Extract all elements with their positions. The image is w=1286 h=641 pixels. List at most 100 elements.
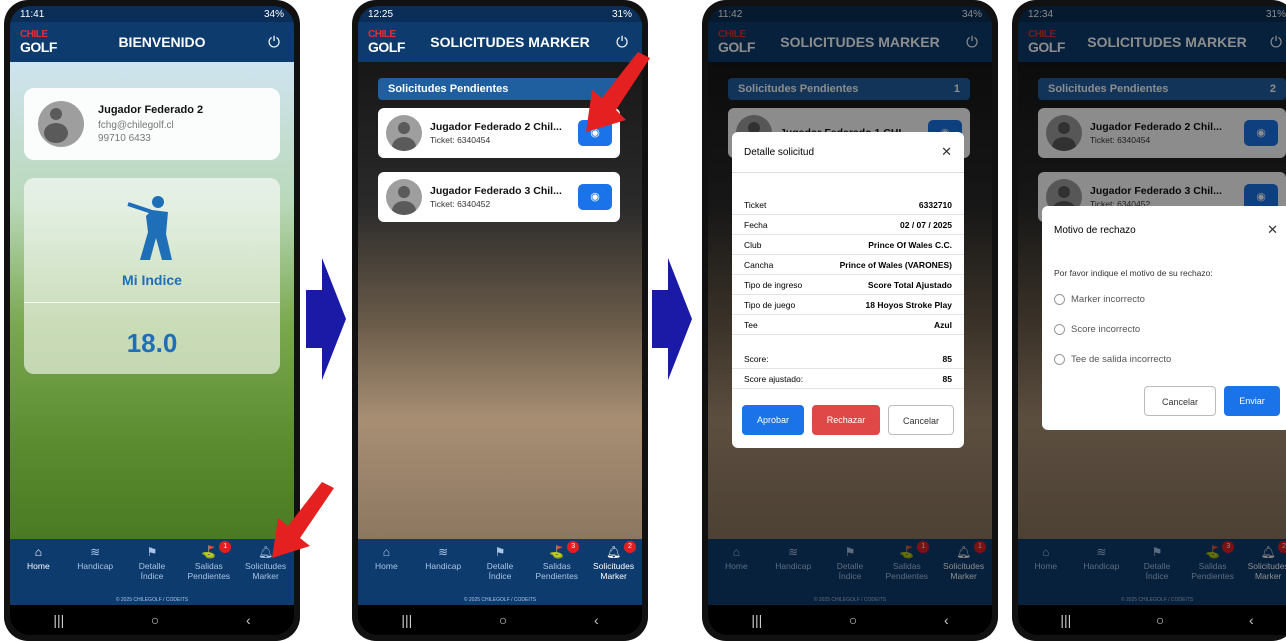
power-icon[interactable]: ⏻ (608, 34, 636, 51)
rechazar-button[interactable]: Rechazar (812, 405, 880, 435)
avatar (38, 101, 84, 147)
back-icon[interactable]: ‹ (594, 612, 599, 628)
blue-arrow-annotation (652, 258, 692, 380)
nav-label: Solicitudes (593, 561, 635, 571)
status-bar: 11:41 34% (10, 6, 294, 22)
recents-icon[interactable]: ||| (53, 612, 64, 628)
nav-salidas-pendientes[interactable]: ⛳ 3 Salidas Pendientes (528, 539, 585, 595)
detalle-key: Tipo de juego (744, 299, 796, 310)
home-button-icon[interactable]: ○ (499, 612, 507, 628)
flag-icon: ⚑ (146, 545, 158, 559)
close-icon[interactable]: ✕ (1267, 222, 1278, 238)
nav-label: Home (375, 561, 398, 571)
back-icon[interactable]: ‹ (246, 612, 251, 628)
cancelar-button[interactable]: Cancelar (888, 405, 954, 435)
home-button-icon[interactable]: ○ (1156, 612, 1164, 628)
profile-name: Jugador Federado 2 (98, 104, 204, 116)
reason-option[interactable]: Marker incorrecto (1042, 284, 1286, 314)
golfer-icon (122, 194, 182, 262)
request-card: Jugador Federado 3 Chil... Ticket: 634045… (378, 172, 620, 222)
screen: 11:41 34% CHILE GOLF BIENVENIDO ⏻ Jugador … (10, 6, 294, 635)
page-title: SOLICITUDES MARKER (430, 34, 590, 50)
nav-label: Pendientes (535, 571, 579, 581)
profile-email: fchg@chilegolf.cl (98, 120, 174, 131)
detalle-key: Tipo de ingreso (744, 279, 803, 290)
logo-line2: GOLF (20, 39, 57, 55)
logo-line2: GOLF (368, 39, 405, 55)
bottom-nav: ⌂ Home ≋ Handicap ⚑ Detalle Índice ⛳ 1 Salidas… (10, 539, 294, 595)
detalle-modal: Detalle solicitud ✕ Ticket 6332710 Fecha 02 … (732, 132, 964, 448)
rechazo-options: Marker incorrecto Score incorrecto Tee de … (1042, 284, 1286, 374)
cancelar-button[interactable]: Cancelar (1144, 386, 1216, 416)
nav-home[interactable]: ⌂ Home (358, 539, 415, 595)
reason-option[interactable]: Tee de salida incorrecto (1042, 344, 1286, 374)
close-icon[interactable]: ✕ (941, 144, 952, 160)
home-button-icon[interactable]: ○ (151, 612, 159, 628)
radio-icon[interactable] (1054, 353, 1065, 365)
screen: 12:34 31% CHILE GOLF SOLICITUDES MARKER ⏻ … (1018, 6, 1286, 635)
detalle-key: Ticket (744, 199, 767, 210)
indice-label: Mi Indice (122, 272, 182, 288)
power-icon[interactable]: ⏻ (260, 34, 288, 51)
profile-phone: 99710 6433 (98, 133, 151, 144)
recents-icon[interactable]: ||| (1060, 612, 1071, 628)
nav-label: Detalle (486, 561, 514, 571)
recents-icon[interactable]: ||| (751, 612, 762, 628)
chilegolf-logo: CHILE GOLF (368, 30, 412, 55)
nav-handicap[interactable]: ≋ Handicap (415, 539, 472, 595)
nav-handicap[interactable]: ≋ Handicap (67, 539, 124, 595)
red-arrow-annotation (272, 482, 334, 558)
detalle-key: Tee (744, 319, 758, 330)
view-button[interactable]: ◉ (578, 184, 612, 210)
detalle-value: Prince of Wales (VARONES) (839, 259, 952, 270)
nav-label: Pendientes (187, 571, 231, 581)
indice-card[interactable]: Mi Indice 18.0 (24, 178, 280, 374)
recents-icon[interactable]: ||| (401, 612, 412, 628)
detalle-key: Fecha (744, 219, 768, 230)
back-icon[interactable]: ‹ (1249, 612, 1254, 628)
detalle-value: 18 Hoyos Stroke Play (865, 299, 952, 310)
modal-header: Motivo de rechazo ✕ (1042, 206, 1286, 254)
home-icon: ⌂ (382, 545, 391, 559)
request-ticket: Ticket: 6340454 (430, 135, 491, 145)
radio-icon[interactable] (1054, 323, 1065, 335)
screen: 11:42 34% CHILE GOLF SOLICITUDES MARKER ⏻ … (708, 6, 992, 635)
detalle-value: Prince Of Wales C.C. (868, 239, 952, 250)
nav-salidas-pendientes[interactable]: ⛳ 1 Salidas Pendientes (180, 539, 237, 595)
battery-level: 31% (611, 8, 632, 20)
detalle-key: Club (744, 239, 762, 250)
enviar-button[interactable]: Enviar (1224, 386, 1280, 416)
status-time: 11:41 (20, 8, 45, 20)
aprobar-button[interactable]: Aprobar (742, 405, 804, 435)
nav-solicitudes-marker[interactable]: 🔔︎ 2 Solicitudes Marker (585, 539, 642, 595)
app-bar: CHILE GOLF BIENVENIDO ⏻ (10, 22, 294, 62)
detalle-rows: Ticket 6332710 Fecha 02 / 07 / 2025 Club Prin… (732, 195, 964, 335)
radio-icon[interactable] (1054, 293, 1065, 305)
home-icon: ⌂ (34, 545, 43, 559)
nav-label: Handicap (77, 561, 114, 571)
nav-label: Salidas (194, 561, 223, 571)
nav-detalle-indice[interactable]: ⚑ Detalle Índice (472, 539, 529, 595)
detalle-key: Cancha (744, 259, 774, 270)
page-title: BIENVENIDO (118, 34, 206, 50)
modal-actions: Cancelar Enviar (1042, 374, 1286, 416)
home-button-icon[interactable]: ○ (849, 612, 857, 628)
modal-actions: Aprobar Rechazar Cancelar (732, 405, 964, 435)
nav-home[interactable]: ⌂ Home (10, 539, 67, 595)
score-value: 85 (942, 353, 952, 364)
request-name: Jugador Federado 3 Chil... (430, 185, 562, 197)
reason-label: Tee de salida incorrecto (1071, 353, 1172, 365)
detalle-value: 6332710 (918, 199, 952, 210)
reason-option[interactable]: Score incorrecto (1042, 314, 1286, 344)
section-title: Solicitudes Pendientes (388, 83, 509, 95)
score-row: Score: 85 (732, 349, 964, 369)
rechazo-modal: Motivo de rechazo ✕ Por favor indique el … (1042, 206, 1286, 430)
detalle-value: 02 / 07 / 2025 (900, 219, 952, 230)
bottom-nav: ⌂ Home ≋ Handicap ⚑ Detalle Índice ⛳ 3 Salidas… (358, 539, 642, 595)
nav-label: Índice (488, 571, 512, 581)
detalle-row: Tipo de ingreso Score Total Ajustado (732, 275, 964, 295)
back-icon[interactable]: ‹ (944, 612, 949, 628)
detalle-value: Azul (934, 319, 952, 330)
nav-detalle-indice[interactable]: ⚑ Detalle Índice (124, 539, 181, 595)
